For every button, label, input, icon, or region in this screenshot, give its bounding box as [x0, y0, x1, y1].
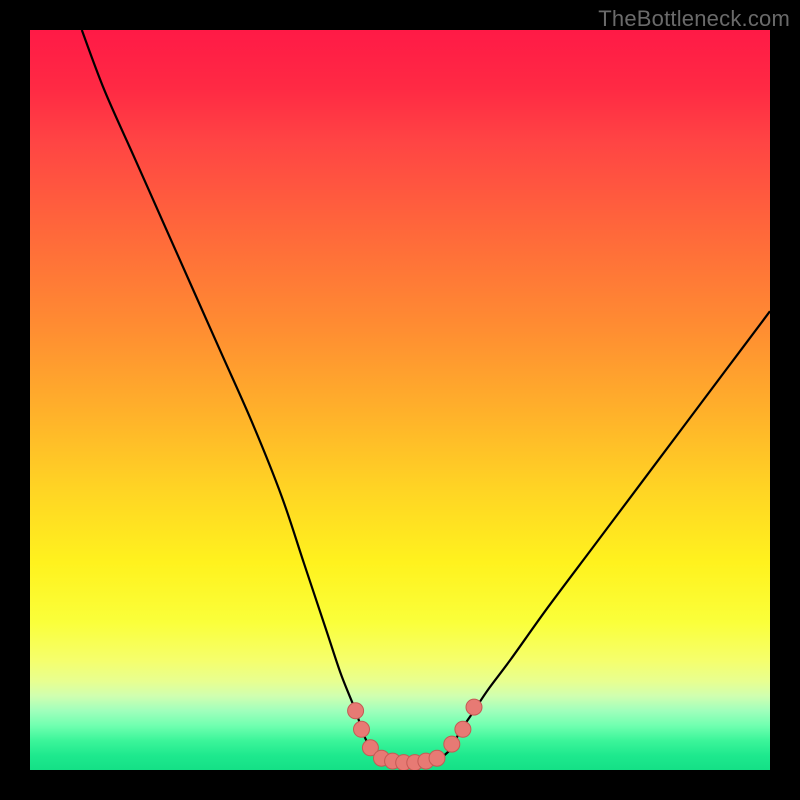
- data-marker: [455, 721, 471, 737]
- plot-area: [30, 30, 770, 770]
- bottleneck-left-curve: [82, 30, 378, 755]
- data-marker: [466, 699, 482, 715]
- data-marker: [418, 753, 434, 769]
- watermark-label: TheBottleneck.com: [598, 6, 790, 32]
- data-marker: [444, 736, 460, 752]
- bottleneck-floor: [378, 755, 445, 762]
- marker-group: [348, 699, 482, 770]
- data-marker: [429, 750, 445, 766]
- curve-layer: [30, 30, 770, 770]
- data-marker: [354, 721, 370, 737]
- data-marker: [407, 755, 423, 770]
- data-marker: [385, 753, 401, 769]
- data-marker: [374, 750, 390, 766]
- data-marker: [362, 740, 378, 756]
- bottleneck-right-curve: [444, 311, 770, 755]
- data-marker: [396, 755, 412, 770]
- data-marker: [348, 703, 364, 719]
- chart-frame: TheBottleneck.com: [0, 0, 800, 800]
